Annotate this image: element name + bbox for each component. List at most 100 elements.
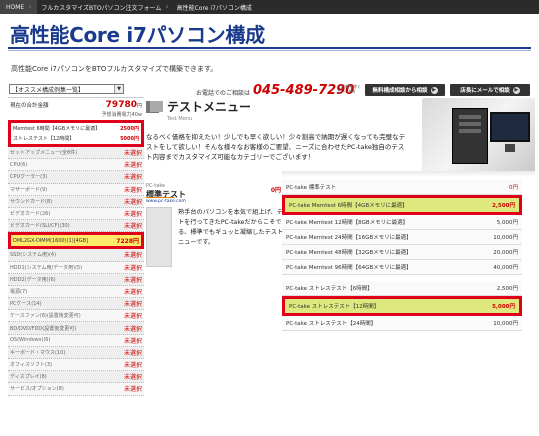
- parts-category-item[interactable]: マザーボード(9) 未選択: [8, 183, 144, 196]
- parts-category-item[interactable]: ビデオカード(26) 未選択: [8, 207, 144, 221]
- monitor-stand: [505, 144, 515, 152]
- title-divider-thin: [8, 50, 531, 51]
- parts-category-status: 未選択: [123, 313, 142, 321]
- test-option-price: 5,000円: [492, 304, 515, 310]
- test-option-item[interactable]: PC-take Memtest 12時間【8GBメモリに最適】 5,000円: [282, 215, 522, 230]
- test-option-name: PC-take Memtest 24時間【16GBメモリに最適】: [286, 235, 412, 241]
- parts-category-name: ディスプレイ(8): [10, 374, 47, 381]
- parts-category-status: 未選択: [123, 174, 142, 182]
- card-price: 0円: [270, 187, 281, 194]
- parts-category-status: 未選択: [123, 362, 142, 370]
- page-intro: 高性能Core i7パソコンをBTOフルカスタマイズで構築できます。: [11, 65, 218, 73]
- parts-category-name: CPUクーラー(3): [10, 174, 48, 181]
- parts-category-item[interactable]: 電源(7) 未選択: [8, 285, 144, 299]
- parts-category-name: オフィスソフト(3): [10, 362, 52, 369]
- parts-category-name: PCケース(14): [10, 301, 42, 308]
- test-option-price: 20,000円: [493, 250, 518, 256]
- test-option-item[interactable]: PC-take Memtest 48時間【32GBメモリに最適】 20,000円: [282, 245, 522, 260]
- card-thumbnail: [146, 207, 172, 267]
- chevron-right-icon: ›: [28, 2, 32, 11]
- test-option-item[interactable]: PC-take 標準テスト 0円: [282, 180, 522, 195]
- parts-category-name: マザーボード(9): [10, 186, 48, 193]
- parts-category-name: キーボード・マウス(10): [10, 349, 66, 356]
- test-option-name: PC-take ストレステスト【12時間】: [289, 304, 380, 310]
- selected-item-name: ストレステスト【12時間】: [13, 136, 75, 142]
- parts-category-status: 未選択: [123, 386, 142, 394]
- parts-category-status: 未選択: [123, 276, 142, 284]
- test-menu-title: テストメニュー: [167, 100, 252, 114]
- test-menu-subtitle: Test Menu: [167, 116, 193, 122]
- parts-category-status: 未選択: [123, 337, 142, 345]
- breadcrumb-order-form-label: フルカスタマイズBTOパソコン注文フォーム: [41, 4, 162, 12]
- parts-category-item[interactable]: オフィスソフト(3) 未選択: [8, 359, 144, 372]
- test-option-price: 40,000円: [493, 265, 518, 271]
- arrow-right-icon: ▶: [430, 86, 438, 94]
- parts-category-status: 7228円: [116, 238, 139, 246]
- parts-category-name: ビデオカード(SLI/CF)(30): [10, 223, 70, 230]
- selected-item-price: 2500円: [120, 126, 139, 132]
- parts-category-item[interactable]: HDD2(データ用)(6) 未選択: [8, 273, 144, 286]
- parts-category-item[interactable]: DML2GX-DIMM(1600)(1)[4GB] 7228円: [8, 232, 144, 250]
- test-option-price: 2,500円: [492, 203, 515, 209]
- total-price-value: 79780円: [106, 100, 142, 110]
- parts-category-item[interactable]: SSD(システム用)(4) 未選択: [8, 249, 144, 262]
- selected-item-price: 5000円: [120, 136, 139, 142]
- test-option-item[interactable]: PC-take ストレステスト【24時間】 10,000円: [282, 316, 522, 331]
- parts-category-status: 未選択: [123, 374, 142, 382]
- consult-button-label: 無料構成相談から相談: [372, 88, 428, 94]
- test-menu-banner: テストメニュー Test Menu: [146, 97, 281, 124]
- parts-category-item[interactable]: サービス/オプション(8) 未選択: [8, 383, 144, 396]
- parts-category-status: 未選択: [123, 211, 142, 219]
- parts-category-item[interactable]: サウンドカード(8) 未選択: [8, 195, 144, 208]
- parts-category-item[interactable]: CPUクーラー(3) 未選択: [8, 171, 144, 184]
- selected-item-name: Memtest 6時間【4GBメモリに最適】: [13, 126, 101, 132]
- parts-category-status: 未選択: [123, 252, 142, 260]
- selected-test-items: Memtest 6時間【4GBメモリに最適】 2500円 ストレステスト【12時間…: [8, 120, 144, 147]
- store-mail-button[interactable]: 店長にメールで相談 ▶: [450, 84, 530, 96]
- breadcrumb-order-form[interactable]: フルカスタマイズBTOパソコン注文フォーム ›: [37, 0, 172, 14]
- parts-category-item[interactable]: PCケース(14) 未選択: [8, 298, 144, 311]
- total-price-row: 現在の合計金額 79780円: [8, 97, 144, 111]
- test-menu-description: なるべく価格を抑えたい！少しでも早く欲しい！少々割高で納期が遅くなっても完璧なテ…: [146, 133, 406, 161]
- selected-item[interactable]: ストレステスト【12時間】 5000円: [13, 134, 139, 144]
- parts-category-item[interactable]: キーボード・マウス(10) 未選択: [8, 346, 144, 359]
- test-option-item[interactable]: PC-take Memtest 96時間【64GBメモリに最適】 40,000円: [282, 260, 522, 275]
- consult-button[interactable]: 無料構成相談から相談 ▶: [365, 84, 445, 96]
- parts-category-item[interactable]: ケースファン(8)(設置後変更可) 未選択: [8, 310, 144, 323]
- arrow-right-icon: ▶: [512, 86, 520, 94]
- parts-category-item[interactable]: セットアップメニュー(全8件) 未選択: [8, 147, 144, 160]
- test-option-item[interactable]: PC-take ストレステスト【6時間】 2,500円: [282, 281, 522, 296]
- breadcrumb-home-label: HOME: [6, 3, 25, 11]
- parts-category-status: 未選択: [123, 288, 142, 296]
- chevron-right-icon: ›: [165, 2, 169, 11]
- test-option-price: 10,000円: [493, 321, 518, 327]
- store-mail-button-label: 店長にメールで相談: [460, 88, 510, 94]
- card-url: www.pc-take.com: [146, 199, 186, 204]
- parts-category-item[interactable]: CPU(6) 未選択: [8, 159, 144, 172]
- recommended-config-select[interactable]: 【オススメ構成例集一覧】 ▼: [9, 84, 124, 94]
- power-estimate: 予想消費電力40w: [101, 112, 142, 118]
- parts-category-status: 未選択: [123, 150, 142, 158]
- test-option-name: PC-take Memtest 12時間【8GBメモリに最適】: [286, 220, 409, 226]
- parts-category-item[interactable]: ビデオカード(SLI/CF)(30) 未選択: [8, 220, 144, 233]
- parts-category-item[interactable]: HDD1(システム用/データ用)(5) 未選択: [8, 261, 144, 274]
- options-header-bar: [282, 171, 535, 177]
- test-option-name: PC-take Memtest 6時間【4GBメモリに最適】: [289, 203, 408, 209]
- test-option-name: PC-take Memtest 96時間【64GBメモリに最適】: [286, 265, 412, 271]
- pc-tower-icon: [452, 108, 488, 164]
- test-option-item[interactable]: PC-take Memtest 6時間【4GBメモリに最適】 2,500円: [282, 195, 522, 215]
- monitor-icon: [146, 101, 163, 113]
- parts-category-status: 未選択: [123, 223, 142, 231]
- parts-category-item[interactable]: OS(Windows)(6) 未選択: [8, 334, 144, 347]
- parts-category-item[interactable]: ディスプレイ(8) 未選択: [8, 371, 144, 384]
- test-option-item[interactable]: PC-take ストレステスト【12時間】 5,000円: [282, 296, 522, 316]
- parts-category-name: CPU(6): [10, 161, 28, 168]
- selected-item[interactable]: Memtest 6時間【4GBメモリに最適】 2500円: [13, 124, 139, 134]
- parts-category-name: HDD1(システム用/データ用)(5): [10, 264, 83, 271]
- parts-category-status: 未選択: [123, 198, 142, 206]
- card-description: 熟手台のパソコンを本気で組上げ、テストを行ってきたPC-takeだからこそできる…: [178, 209, 290, 246]
- pc-product-image: [422, 98, 535, 172]
- parts-category-item[interactable]: BD/DVD/FDD(設置後変更可) 未選択: [8, 322, 144, 335]
- test-option-item[interactable]: PC-take Memtest 24時間【16GBメモリに最適】 10,000円: [282, 230, 522, 245]
- breadcrumb-home[interactable]: HOME ›: [0, 0, 38, 14]
